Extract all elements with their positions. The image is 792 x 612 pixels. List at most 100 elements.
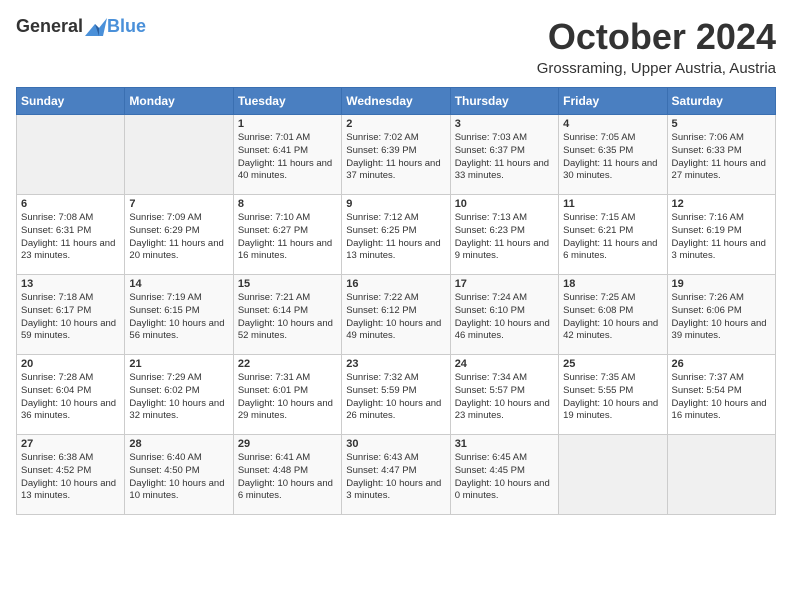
logo-general-text: General [16, 16, 83, 37]
calendar-cell: 19 Sunrise: 7:26 AMSunset: 6:06 PMDayligh… [667, 275, 775, 355]
calendar-cell: 10 Sunrise: 7:13 AMSunset: 6:23 PMDayligh… [450, 195, 558, 275]
location-subtitle: Grossraming, Upper Austria, Austria [537, 60, 776, 77]
day-number: 24 [455, 358, 554, 370]
month-title: October 2024 [537, 16, 776, 58]
cell-info: Sunrise: 7:37 AMSunset: 5:54 PMDaylight:… [672, 372, 767, 421]
cell-info: Sunrise: 7:01 AMSunset: 6:41 PMDaylight:… [238, 132, 332, 181]
calendar-cell: 18 Sunrise: 7:25 AMSunset: 6:08 PMDayligh… [559, 275, 667, 355]
calendar-cell: 28 Sunrise: 6:40 AMSunset: 4:50 PMDayligh… [125, 435, 233, 515]
cell-info: Sunrise: 7:29 AMSunset: 6:02 PMDaylight:… [129, 372, 224, 421]
day-number: 11 [563, 198, 662, 210]
cell-info: Sunrise: 7:10 AMSunset: 6:27 PMDaylight:… [238, 212, 332, 261]
day-number: 23 [346, 358, 445, 370]
cell-info: Sunrise: 6:38 AMSunset: 4:52 PMDaylight:… [21, 452, 116, 501]
calendar-cell: 9Sunrise: 7:12 AMSunset: 6:25 PMDaylight… [342, 195, 450, 275]
cell-info: Sunrise: 7:32 AMSunset: 5:59 PMDaylight:… [346, 372, 441, 421]
calendar-week-row-5: 27 Sunrise: 6:38 AMSunset: 4:52 PMDayligh… [17, 435, 776, 515]
day-number: 30 [346, 438, 445, 450]
day-number: 5 [672, 118, 771, 130]
cell-info: Sunrise: 7:34 AMSunset: 5:57 PMDaylight:… [455, 372, 550, 421]
calendar-cell: 17 Sunrise: 7:24 AMSunset: 6:10 PMDayligh… [450, 275, 558, 355]
calendar-cell [17, 115, 125, 195]
cell-info: Sunrise: 7:25 AMSunset: 6:08 PMDaylight:… [563, 292, 658, 341]
calendar-cell: 8 Sunrise: 7:10 AMSunset: 6:27 PMDaylight… [233, 195, 341, 275]
day-number: 6 [21, 198, 120, 210]
cell-info: Sunrise: 6:40 AMSunset: 4:50 PMDaylight:… [129, 452, 224, 501]
day-number: 17 [455, 278, 554, 290]
day-number: 20 [21, 358, 120, 370]
day-number: 2 [346, 118, 445, 130]
calendar-cell: 3Sunrise: 7:03 AMSunset: 6:37 PMDaylight… [450, 115, 558, 195]
day-number: 7 [129, 198, 228, 210]
day-number: 16 [346, 278, 445, 290]
logo-bird-icon [85, 18, 107, 36]
cell-info: Sunrise: 7:08 AMSunset: 6:31 PMDaylight:… [21, 212, 115, 261]
day-number: 27 [21, 438, 120, 450]
calendar-table: SundayMondayTuesdayWednesdayThursdayFrid… [16, 87, 776, 515]
day-number: 14 [129, 278, 228, 290]
day-number: 8 [238, 198, 337, 210]
cell-info: Sunrise: 7:06 AMSunset: 6:33 PMDaylight:… [672, 132, 766, 181]
day-number: 21 [129, 358, 228, 370]
cell-info: Sunrise: 7:26 AMSunset: 6:06 PMDaylight:… [672, 292, 767, 341]
cell-info: Sunrise: 6:41 AMSunset: 4:48 PMDaylight:… [238, 452, 333, 501]
day-number: 25 [563, 358, 662, 370]
calendar-cell: 21 Sunrise: 7:29 AMSunset: 6:02 PMDayligh… [125, 355, 233, 435]
calendar-cell: 26 Sunrise: 7:37 AMSunset: 5:54 PMDayligh… [667, 355, 775, 435]
day-number: 28 [129, 438, 228, 450]
calendar-cell: 29Sunrise: 6:41 AMSunset: 4:48 PMDayligh… [233, 435, 341, 515]
day-number: 12 [672, 198, 771, 210]
calendar-cell: 5 Sunrise: 7:06 AMSunset: 6:33 PMDaylight… [667, 115, 775, 195]
cell-info: Sunrise: 6:45 AMSunset: 4:45 PMDaylight:… [455, 452, 550, 501]
logo: General Blue [16, 16, 146, 37]
calendar-cell: 7 Sunrise: 7:09 AMSunset: 6:29 PMDaylight… [125, 195, 233, 275]
calendar-week-row-3: 13Sunrise: 7:18 AMSunset: 6:17 PMDayligh… [17, 275, 776, 355]
calendar-cell: 1 Sunrise: 7:01 AMSunset: 6:41 PMDaylight… [233, 115, 341, 195]
day-number: 18 [563, 278, 662, 290]
cell-info: Sunrise: 7:31 AMSunset: 6:01 PMDaylight:… [238, 372, 333, 421]
header: General Blue October 2024 Grossraming, U… [16, 16, 776, 77]
calendar-week-row-4: 20Sunrise: 7:28 AMSunset: 6:04 PMDayligh… [17, 355, 776, 435]
cell-info: Sunrise: 7:35 AMSunset: 5:55 PMDaylight:… [563, 372, 658, 421]
day-number: 22 [238, 358, 337, 370]
calendar-cell: 6 Sunrise: 7:08 AMSunset: 6:31 PMDaylight… [17, 195, 125, 275]
cell-info: Sunrise: 7:05 AMSunset: 6:35 PMDaylight:… [563, 132, 657, 181]
day-number: 19 [672, 278, 771, 290]
cell-info: Sunrise: 7:09 AMSunset: 6:29 PMDaylight:… [129, 212, 223, 261]
cell-info: Sunrise: 6:43 AMSunset: 4:47 PMDaylight:… [346, 452, 441, 501]
cell-info: Sunrise: 7:24 AMSunset: 6:10 PMDaylight:… [455, 292, 550, 341]
calendar-cell [125, 115, 233, 195]
cell-info: Sunrise: 7:13 AMSunset: 6:23 PMDaylight:… [455, 212, 549, 261]
weekday-header-saturday: Saturday [667, 88, 775, 115]
day-number: 13 [21, 278, 120, 290]
cell-info: Sunrise: 7:19 AMSunset: 6:15 PMDaylight:… [129, 292, 224, 341]
day-number: 31 [455, 438, 554, 450]
day-number: 1 [238, 118, 337, 130]
weekday-header-row: SundayMondayTuesdayWednesdayThursdayFrid… [17, 88, 776, 115]
calendar-cell: 22 Sunrise: 7:31 AMSunset: 6:01 PMDayligh… [233, 355, 341, 435]
day-number: 4 [563, 118, 662, 130]
weekday-header-wednesday: Wednesday [342, 88, 450, 115]
weekday-header-thursday: Thursday [450, 88, 558, 115]
calendar-cell: 14 Sunrise: 7:19 AMSunset: 6:15 PMDayligh… [125, 275, 233, 355]
cell-info: Sunrise: 7:16 AMSunset: 6:19 PMDaylight:… [672, 212, 766, 261]
day-number: 10 [455, 198, 554, 210]
calendar-cell: 12 Sunrise: 7:16 AMSunset: 6:19 PMDayligh… [667, 195, 775, 275]
weekday-header-tuesday: Tuesday [233, 88, 341, 115]
calendar-week-row-1: 1 Sunrise: 7:01 AMSunset: 6:41 PMDaylight… [17, 115, 776, 195]
weekday-header-sunday: Sunday [17, 88, 125, 115]
calendar-cell: 15Sunrise: 7:21 AMSunset: 6:14 PMDayligh… [233, 275, 341, 355]
calendar-cell: 4 Sunrise: 7:05 AMSunset: 6:35 PMDaylight… [559, 115, 667, 195]
calendar-cell: 11Sunrise: 7:15 AMSunset: 6:21 PMDayligh… [559, 195, 667, 275]
calendar-cell [667, 435, 775, 515]
calendar-cell [559, 435, 667, 515]
calendar-cell: 25 Sunrise: 7:35 AMSunset: 5:55 PMDayligh… [559, 355, 667, 435]
calendar-cell: 2 Sunrise: 7:02 AMSunset: 6:39 PMDaylight… [342, 115, 450, 195]
calendar-cell: 24 Sunrise: 7:34 AMSunset: 5:57 PMDayligh… [450, 355, 558, 435]
cell-info: Sunrise: 7:03 AMSunset: 6:37 PMDaylight:… [455, 132, 549, 181]
cell-info: Sunrise: 7:02 AMSunset: 6:39 PMDaylight:… [346, 132, 440, 181]
logo-blue-text: Blue [107, 16, 146, 37]
day-number: 15 [238, 278, 337, 290]
day-number: 26 [672, 358, 771, 370]
calendar-cell: 13Sunrise: 7:18 AMSunset: 6:17 PMDayligh… [17, 275, 125, 355]
